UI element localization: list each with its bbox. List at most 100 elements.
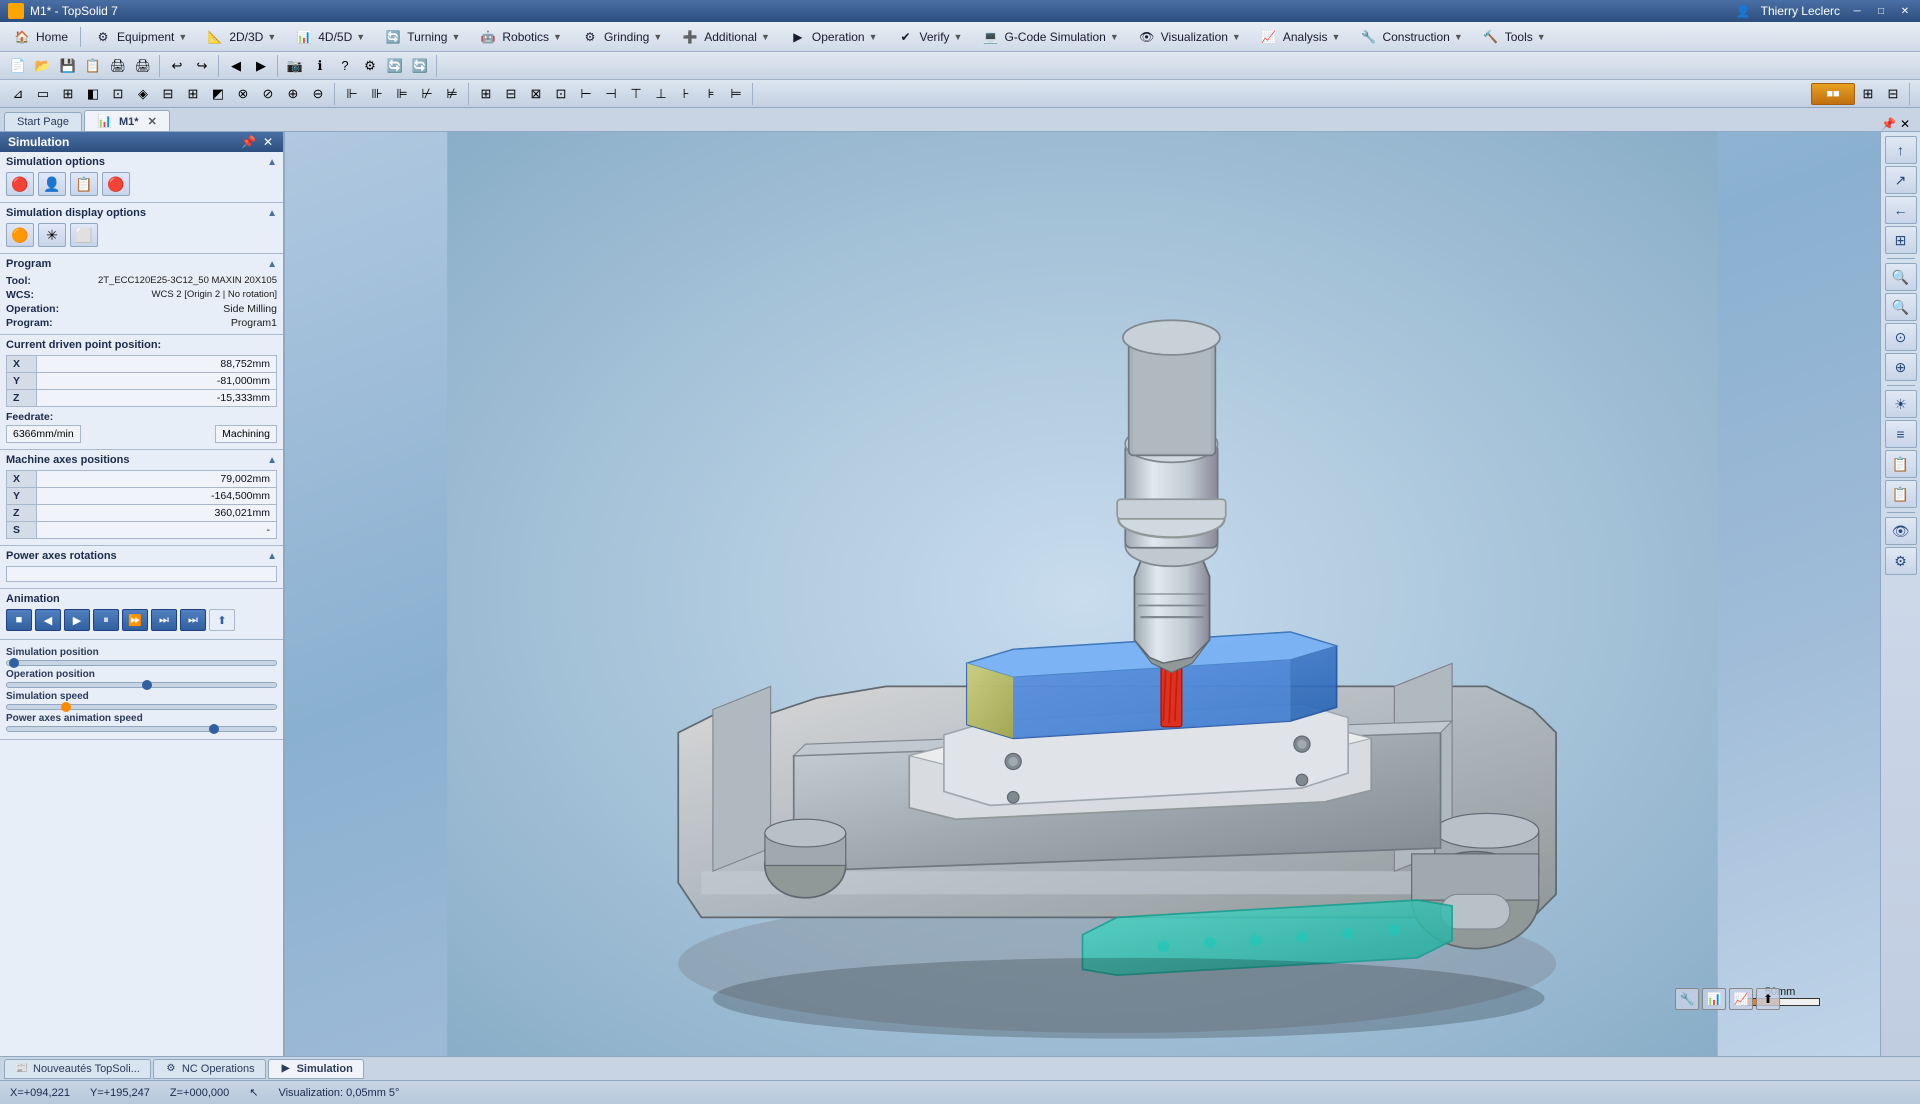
shape3-btn[interactable]: ⊞ (56, 83, 80, 105)
shape12-btn[interactable]: ⊕ (281, 83, 305, 105)
tab-close-all-btn[interactable]: ✕ (1900, 117, 1910, 131)
menu-equipment[interactable]: ⚙ Equipment ▼ (85, 24, 195, 50)
op-position-thumb[interactable] (142, 680, 152, 690)
menu-home[interactable]: 🏠 Home (4, 24, 76, 50)
gear-btn[interactable]: ⚙ (1885, 547, 1917, 575)
view4-btn[interactable]: ⊡ (549, 83, 573, 105)
mini-icon-1[interactable]: 🔧 (1675, 988, 1699, 1010)
print2-btn[interactable]: 🖨 (131, 55, 155, 77)
power-axes-collapse[interactable]: ▲ (267, 551, 277, 562)
shape13-btn[interactable]: ⊖ (306, 83, 330, 105)
panel-pin-btn[interactable]: 📌 (239, 135, 258, 149)
view-iso-btn[interactable]: ↗ (1885, 166, 1917, 194)
view3-btn[interactable]: ⊠ (524, 83, 548, 105)
menu-operation[interactable]: ▶ Operation ▼ (780, 24, 886, 50)
program-collapse[interactable]: ▲ (267, 259, 277, 270)
shape7-btn[interactable]: ⊟ (156, 83, 180, 105)
save-as-btn[interactable]: 📋 (81, 55, 105, 77)
view7-btn[interactable]: ⊤ (624, 83, 648, 105)
menu-construction[interactable]: 🔧 Construction ▼ (1350, 24, 1470, 50)
sim-speed-track[interactable] (6, 704, 277, 710)
tab-m1-close[interactable]: ✕ (148, 116, 157, 128)
menu-verify[interactable]: ✔ Verify ▼ (888, 24, 971, 50)
rview3-btn[interactable]: ⊟ (1881, 83, 1905, 105)
clip-btn[interactable]: 📋 (1885, 450, 1917, 478)
view-grid-btn[interactable]: ⊞ (1885, 226, 1917, 254)
tab-nouveautes[interactable]: 📰 Nouveautés TopSoli... (4, 1059, 151, 1079)
sim-options-collapse[interactable]: ▲ (267, 157, 277, 168)
shape9-btn[interactable]: ◩ (206, 83, 230, 105)
anim-end-btn[interactable]: ⏭ (151, 609, 177, 631)
display-options-collapse[interactable]: ▲ (267, 208, 277, 219)
menu-2d3d[interactable]: 📐 2D/3D ▼ (197, 24, 284, 50)
view9-btn[interactable]: ⊦ (674, 83, 698, 105)
zoom-sel-btn[interactable]: ⊕ (1885, 353, 1917, 381)
print-btn[interactable]: 🖨 (106, 55, 130, 77)
view8-btn[interactable]: ⊥ (649, 83, 673, 105)
mini-icon-2[interactable]: 📊 (1702, 988, 1726, 1010)
info-btn[interactable]: ℹ (308, 55, 332, 77)
back-btn[interactable]: ◀ (224, 55, 248, 77)
new-btn[interactable]: 📄 (6, 55, 30, 77)
section-btn[interactable]: 📋 (1885, 480, 1917, 508)
anim-stop-btn[interactable]: ■ (6, 609, 32, 631)
machine-axes-collapse[interactable]: ▲ (267, 455, 277, 466)
sim-position-thumb[interactable] (9, 658, 19, 668)
rview2-btn[interactable]: ⊞ (1856, 83, 1880, 105)
shape6-btn[interactable]: ◈ (131, 83, 155, 105)
mini-icon-3[interactable]: 📈 (1729, 988, 1753, 1010)
zoom-fit-btn[interactable]: ⊙ (1885, 323, 1917, 351)
capture-btn[interactable]: 📷 (283, 55, 307, 77)
panel-close-btn[interactable]: ✕ (261, 135, 275, 149)
op2-btn[interactable]: ⊪ (365, 83, 389, 105)
op3-btn[interactable]: ⊫ (390, 83, 414, 105)
op-position-track[interactable] (6, 682, 277, 688)
refresh2-btn[interactable]: 🔄 (408, 55, 432, 77)
close-button[interactable]: ✕ (1898, 4, 1912, 18)
help-btn[interactable]: ? (333, 55, 357, 77)
shape1-btn[interactable]: ⊿ (6, 83, 30, 105)
sim-icon-4[interactable]: 🔴 (102, 172, 130, 196)
anim-pause-btn[interactable]: ⏸ (93, 609, 119, 631)
menu-grinding[interactable]: ⚙ Grinding ▼ (572, 24, 670, 50)
shape4-btn[interactable]: ◧ (81, 83, 105, 105)
view10-btn[interactable]: ⊧ (699, 83, 723, 105)
menu-turning[interactable]: 🔄 Turning ▼ (375, 24, 468, 50)
maximize-button[interactable]: □ (1874, 4, 1888, 18)
shape10-btn[interactable]: ⊗ (231, 83, 255, 105)
settings-btn[interactable]: ⚙ (358, 55, 382, 77)
anim-upload-btn[interactable]: ⬆ (209, 609, 235, 631)
display-icon-3[interactable]: ⬜ (70, 223, 98, 247)
op4-btn[interactable]: ⊬ (415, 83, 439, 105)
refresh-btn[interactable]: 🔄 (383, 55, 407, 77)
menu-tools[interactable]: 🔨 Tools ▼ (1473, 24, 1554, 50)
undo-btn[interactable]: ↩ (165, 55, 189, 77)
menu-analysis[interactable]: 📈 Analysis ▼ (1251, 24, 1349, 50)
open-btn[interactable]: 📂 (31, 55, 55, 77)
view6-btn[interactable]: ⊣ (599, 83, 623, 105)
view2-btn[interactable]: ⊟ (499, 83, 523, 105)
rview1-btn[interactable]: ■■ (1811, 83, 1855, 105)
sim-icon-3[interactable]: 📋 (70, 172, 98, 196)
view-left-btn[interactable]: ← (1885, 196, 1917, 224)
tab-start-page[interactable]: Start Page (4, 112, 82, 131)
mini-icon-4[interactable]: ⬆ (1756, 988, 1780, 1010)
anim-play-btn[interactable]: ▶ (64, 609, 90, 631)
view11-btn[interactable]: ⊨ (724, 83, 748, 105)
tab-nc-operations[interactable]: ⚙ NC Operations (153, 1059, 266, 1079)
anim-fastfwd-btn[interactable]: ⏩ (122, 609, 148, 631)
view5-btn[interactable]: ⊢ (574, 83, 598, 105)
power-speed-track[interactable] (6, 726, 277, 732)
eye-btn[interactable]: 👁 (1885, 517, 1917, 545)
menu-4d5d[interactable]: 📊 4D/5D ▼ (286, 24, 373, 50)
minimize-button[interactable]: ─ (1850, 4, 1864, 18)
sim-speed-thumb[interactable] (61, 702, 71, 712)
menu-additional[interactable]: ➕ Additional ▼ (672, 24, 778, 50)
op1-btn[interactable]: ⊩ (340, 83, 364, 105)
menu-visualization[interactable]: 👁 Visualization ▼ (1129, 24, 1249, 50)
zoom-out-btn[interactable]: 🔍 (1885, 263, 1917, 291)
display-icon-1[interactable]: 🟠 (6, 223, 34, 247)
light-btn[interactable]: ☀ (1885, 390, 1917, 418)
tab-pin-btn[interactable]: 📌 (1881, 117, 1896, 131)
sim-icon-1[interactable]: 🔴 (6, 172, 34, 196)
